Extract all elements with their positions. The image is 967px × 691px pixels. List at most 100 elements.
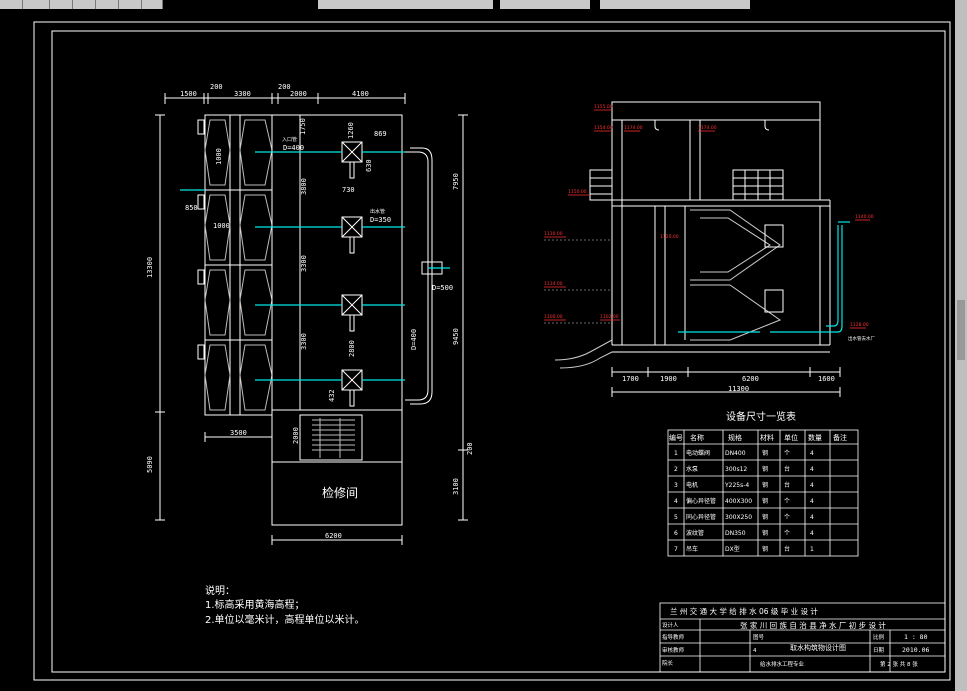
table-cell: 3	[674, 482, 678, 489]
table-cell: 钢	[762, 497, 768, 505]
elev-mark: 1130.00	[544, 231, 563, 237]
table-cell: 4	[810, 514, 814, 521]
table-cell: 个	[784, 498, 790, 505]
plan-dim-top: 200	[278, 83, 291, 91]
scrollbar-thumb[interactable]	[957, 300, 965, 360]
plan-small-label: 入口管	[282, 136, 297, 143]
table-cell: 钢	[762, 513, 768, 521]
drawing-canvas: 1500 200 3300 200 2000 4100 13300 5090 1…	[33, 21, 951, 681]
section-pipes	[678, 221, 850, 333]
titleblock-sheet: 第 2 张 共 8 张	[880, 660, 918, 668]
titleblock-unit: 4	[753, 648, 757, 654]
pipe-label: D=400	[410, 329, 418, 350]
plan-dim-right: 9450	[452, 328, 460, 345]
section-dim: 6200	[742, 375, 759, 383]
vertical-scrollbar[interactable]	[955, 0, 967, 691]
table-cell: 台	[784, 545, 790, 553]
notes: 说明： 1.标高采用黄海高程； 2.单位以毫米计，高程单位以米计。	[205, 584, 365, 626]
table-cell: 7	[674, 546, 678, 553]
titleblock-drawing: 取水构筑物设计图	[790, 643, 846, 652]
plan-small-label: 出水管	[370, 208, 385, 215]
plan-dim-bottom: 6200	[325, 532, 342, 540]
plan-dim-inner: 432	[328, 389, 336, 402]
elevation-marks: 1155.00 1154.00 1174.00 1174.00 1150.00 …	[544, 104, 874, 328]
table-header: 材料	[760, 433, 774, 442]
table-cell: DX型	[725, 545, 740, 553]
plan-dim-left: 5090	[146, 456, 154, 473]
table-cell: 同心异径管	[686, 513, 716, 521]
cad-viewport[interactable]: 1500 200 3300 200 2000 4100 13300 5090 1…	[0, 0, 967, 691]
table-cell: 300s12	[725, 466, 747, 473]
table-cell: 300X250	[725, 514, 752, 521]
table-cell: 4	[674, 498, 678, 505]
plan-dim-inner: 630	[365, 159, 373, 172]
elev-mark: 1150.00	[568, 189, 587, 195]
pipe-label: D=400	[283, 144, 304, 152]
table-cell: 台	[784, 465, 790, 473]
table-cell: 电动蝶阀	[686, 449, 710, 457]
table-cell: 波纹管	[686, 529, 704, 537]
plan-dim-right: 7950	[452, 173, 460, 190]
table-cell: 钢	[762, 465, 768, 473]
notes-line: 2.单位以毫米计，高程单位以米计。	[205, 613, 365, 626]
table-title: 设备尺寸一览表	[726, 410, 796, 423]
table-header: 规格	[728, 433, 742, 442]
table-cell: 4	[810, 530, 814, 537]
table-cell: 6	[674, 530, 678, 537]
plan-dim-right: 200	[466, 442, 474, 455]
plan-dim-inner: 850	[185, 204, 198, 212]
table-cell: DN350	[725, 530, 746, 537]
section-dim: 11300	[728, 385, 749, 393]
elev-mark: 1120.00	[660, 234, 679, 240]
notes-title: 说明：	[205, 584, 235, 597]
elev-mark: 1174.00	[698, 125, 717, 131]
titleblock-label: 审核教师	[662, 646, 685, 654]
table-cell: 钢	[762, 449, 768, 457]
section-dim: 1600	[818, 375, 835, 383]
titleblock-label: 设计人	[662, 621, 679, 629]
titleblock-header: 兰 州 交 通 大 学 给 排 水 06 级 毕 业 设 计	[670, 606, 818, 616]
table-header: 编号	[669, 433, 683, 442]
plan-dim-top: 200	[210, 83, 223, 91]
elev-mark: 1128.00	[850, 322, 869, 328]
plan-dim-top: 1500	[180, 90, 197, 98]
table-body: 1 电动蝶阀 DN400 钢个 42 水泵 300s12 钢台 43 电机 Y225s-4 钢台 44 偏…	[674, 449, 814, 553]
titleblock-project: 张 家 川 回 族 自 治 县 净 水 厂 初 步 设 计	[740, 620, 886, 630]
table-cell: 2	[674, 466, 678, 473]
plan-dim-inner: 2000	[292, 427, 300, 444]
table-cell: 钢	[762, 545, 768, 553]
plan-dim-inner: 1260	[347, 122, 355, 139]
plan-dim-inner: 1000	[215, 148, 223, 165]
plan-dim-inner: 2800	[348, 340, 356, 357]
table-header: 单位	[784, 433, 798, 442]
table-cell: 4	[810, 498, 814, 505]
elev-mark: 1174.00	[624, 125, 643, 131]
elev-mark: 1154.00	[594, 125, 613, 131]
titleblock-major: 给水排水工程专业	[760, 660, 805, 668]
table-cell: 个	[784, 450, 790, 457]
table-cell: 1	[810, 546, 814, 553]
table-cell: 个	[784, 514, 790, 521]
outer-frame	[33, 21, 951, 681]
table-cell: 钢	[762, 529, 768, 537]
table-cell: 电机	[686, 481, 698, 489]
elev-mark: 1134.00	[544, 281, 563, 287]
outlet-label: 出水管去水厂	[848, 335, 875, 342]
table-cell: 偏心异径管	[686, 497, 716, 505]
table-cell: 台	[784, 481, 790, 489]
plan-dim-inner: 730	[342, 186, 355, 194]
titleblock-scale: 1 : 80	[904, 633, 928, 641]
table-cell: 4	[810, 482, 814, 489]
plan-dim-left: 13300	[146, 257, 154, 278]
plan-dim-inner: 1000	[213, 222, 230, 230]
table-cell: 1	[674, 450, 678, 457]
plan-view	[155, 93, 468, 545]
table-cell: 4	[810, 466, 814, 473]
table-cell: 4	[810, 450, 814, 457]
plan-dim-inner: 869	[374, 130, 387, 138]
equipment-table	[667, 429, 859, 557]
elev-mark: 1140.00	[855, 214, 874, 220]
plan-dim-inner: 3300	[300, 333, 308, 350]
section-dim: 1700	[622, 375, 639, 383]
plan-dim-inner: 3800	[300, 178, 308, 195]
